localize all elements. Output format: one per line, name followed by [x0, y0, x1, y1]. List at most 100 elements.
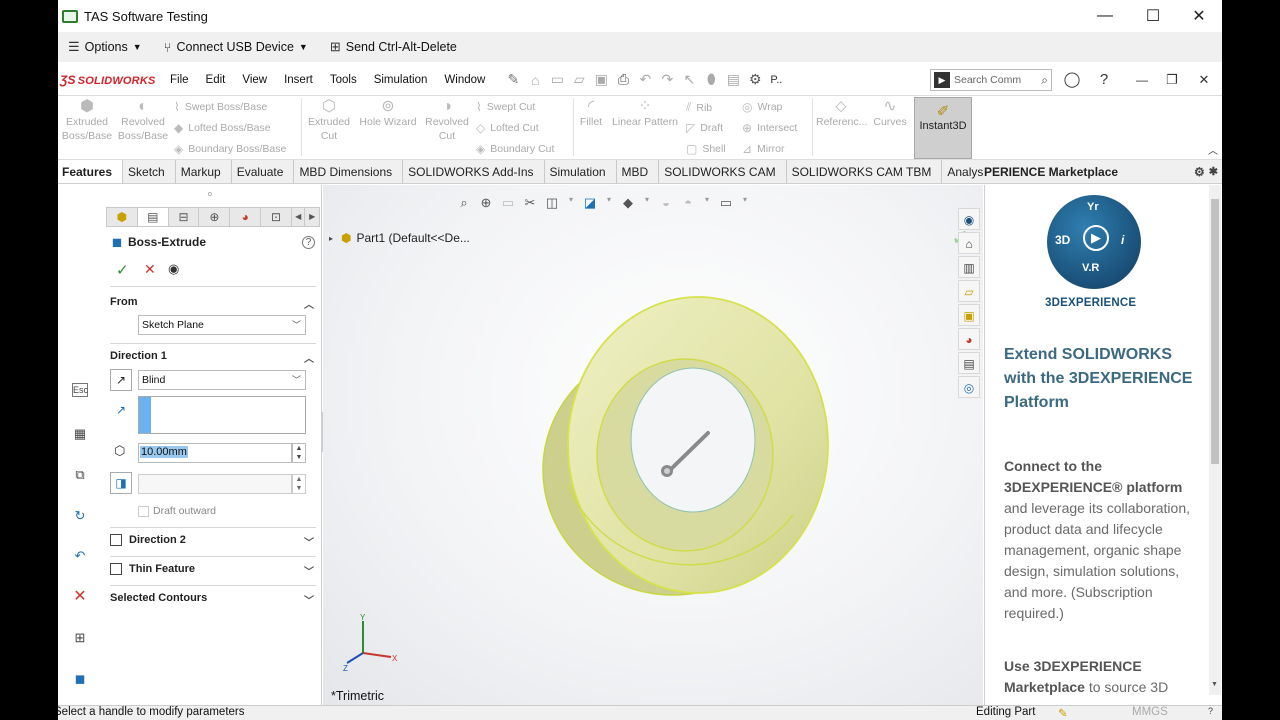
close-button[interactable]: ✕ — [1176, 0, 1222, 32]
help-icon[interactable]: ? — [1094, 70, 1114, 90]
menu-file[interactable]: File — [170, 74, 189, 86]
tab-features[interactable]: Features — [58, 160, 124, 183]
draft-angle-input[interactable] — [138, 474, 292, 494]
selection-filter-icon[interactable]: ▦ — [68, 423, 92, 445]
direction2-checkbox[interactable] — [110, 534, 122, 546]
hide-show-items-icon[interactable]: ◒ — [655, 195, 677, 211]
mirror-button[interactable]: ⊿ Mirror — [742, 142, 784, 156]
user-icon[interactable]: ◯ — [1062, 70, 1082, 90]
feature-manager-tab-icon[interactable]: ⬢ — [107, 208, 138, 226]
revolved-cut-button[interactable]: ◑ Revolved Cut — [422, 99, 472, 143]
configuration-manager-tab-icon[interactable]: ⊟ — [169, 208, 200, 226]
tab-solidworks-cam-tbm[interactable]: SOLIDWORKS CAM TBM — [787, 160, 943, 183]
zoom-to-area-icon[interactable]: ⊕ — [475, 195, 497, 211]
minimize-button[interactable]: — — [1082, 0, 1128, 32]
thin-feature-checkbox[interactable] — [110, 563, 122, 575]
feature-tree-flyout[interactable]: ▸ ⬢ Part1 (Default<<De... — [329, 231, 470, 245]
edit-appearance-icon[interactable]: ◓ — [677, 195, 699, 211]
from-section-header[interactable]: From ︿ — [110, 296, 316, 311]
boundary-cut-button[interactable]: ◈ Boundary Cut — [476, 142, 554, 156]
selected-contours-section-header[interactable]: Selected Contours ﹀ — [110, 592, 316, 607]
thin-feature-section-header[interactable]: Thin Feature ﹀ — [110, 563, 316, 578]
end-condition-dropdown[interactable]: Blind ﹀ — [138, 370, 306, 390]
preview-eye-icon[interactable]: ◉ — [168, 261, 179, 277]
rebuild-icon[interactable]: ↻ — [68, 505, 92, 527]
tab-markup[interactable]: Markup — [176, 160, 232, 183]
solidworks-forum-icon[interactable]: ◎ — [958, 376, 980, 398]
wrap-button[interactable]: ◎ Wrap — [742, 100, 782, 114]
hole-wizard-button[interactable]: ⊚ Hole Wizard — [356, 99, 420, 129]
design-library-icon[interactable]: ▥ — [958, 256, 980, 278]
extruded-cut-button[interactable]: ⬡ Extruded Cut — [304, 99, 354, 143]
depth-input[interactable]: 10.00mm — [138, 443, 292, 463]
graphics-area[interactable]: ⌕ ⊕ ▭ ✂ ◫ ▾ ◪ ▾ ◆ ▾ ◒ ◓ ▾ ▭ ▾ ▸ ⬢ Part1 … — [323, 185, 1004, 705]
home-icon[interactable]: ⌂ — [524, 72, 546, 88]
direction-selection-box[interactable] — [138, 396, 306, 434]
dynamic-annotation-icon[interactable]: ◫ — [541, 195, 563, 211]
search-commands-input[interactable]: ▶ Search Comm ⌕ — [930, 69, 1052, 91]
tab-solidworks-cam[interactable]: SOLIDWORKS CAM — [659, 160, 787, 183]
escape-icon[interactable]: Esc — [72, 383, 88, 397]
extruded-boss-button[interactable]: ⬢ Extruded Boss/Base — [60, 99, 114, 143]
print-icon[interactable]: ⎙ — [612, 71, 634, 88]
view-palette-icon[interactable]: ▣ — [958, 304, 980, 326]
zoom-to-fit-icon[interactable]: ⌕ — [453, 195, 475, 211]
minimize-sw-icon[interactable]: — — [1132, 70, 1152, 90]
splitter-handle[interactable]: o — [208, 191, 212, 198]
tab-evaluate[interactable]: Evaluate — [232, 160, 295, 183]
previous-view-icon[interactable]: ▭ — [497, 195, 519, 211]
draft-on-off-button[interactable]: ◨ — [110, 472, 132, 494]
linear-pattern-button[interactable]: ⁘ Linear Pattern — [608, 99, 682, 129]
intersect-button[interactable]: ⊕ Intersect — [742, 121, 797, 135]
menu-view[interactable]: View — [242, 74, 267, 86]
menu-insert[interactable]: Insert — [284, 74, 313, 86]
tab-sketch[interactable]: Sketch — [123, 160, 176, 183]
task-pane-scrollbar[interactable]: ▼ — [1209, 185, 1221, 695]
swept-cut-button[interactable]: ⌇ Swept Cut — [476, 100, 535, 114]
property-manager-tab-icon[interactable]: ▤ — [137, 208, 169, 226]
file-properties-icon[interactable]: ▤ — [722, 71, 744, 88]
units-status[interactable]: MMGS — [1132, 706, 1168, 718]
direction1-section-header[interactable]: Direction 1 ︿ — [110, 350, 316, 365]
p-menu[interactable]: P.. — [770, 74, 782, 86]
tab-scroll-right-icon[interactable]: ▶ — [305, 208, 318, 226]
connect-usb-menu[interactable]: ⑂ Connect USB Device ▼ — [164, 40, 308, 55]
cam-tab-icon[interactable]: ⊡ — [261, 208, 292, 226]
help-status-icon[interactable]: ? — [1208, 706, 1213, 716]
scrollbar-thumb[interactable] — [1211, 199, 1219, 464]
3dexperience-icon[interactable]: ◉ — [958, 208, 980, 230]
view-orientation-icon[interactable]: ◼ — [68, 668, 92, 690]
tab-scroll-left-icon[interactable]: ◀ — [292, 208, 306, 226]
draft-button[interactable]: ◸ Draft — [686, 121, 723, 135]
swept-boss-button[interactable]: ⌇ Swept Boss/Base — [174, 100, 267, 114]
save-icon[interactable]: ▣ — [590, 71, 612, 88]
cancel-button[interactable]: ✕ — [144, 261, 156, 278]
fillet-button[interactable]: ◜ Fillet — [576, 99, 606, 129]
undo-icon[interactable]: ↶ — [68, 545, 92, 567]
rib-button[interactable]: ⫽ Rib — [686, 100, 712, 115]
send-ctrl-alt-delete-button[interactable]: ⊞ Send Ctrl-Alt-Delete — [330, 39, 457, 55]
task-pane-settings-icon[interactable]: ⚙ — [1194, 165, 1205, 179]
redo-icon[interactable]: ↷ — [656, 71, 678, 88]
reverse-direction-button[interactable]: ↗ — [110, 369, 132, 391]
menu-tools[interactable]: Tools — [330, 74, 357, 86]
maximize-button[interactable]: ☐ — [1130, 0, 1176, 32]
rebuild-icon[interactable]: ⬮ — [700, 71, 722, 88]
task-pane-pin-icon[interactable]: ✱ — [1209, 165, 1218, 178]
collapse-ribbon-icon[interactable]: ︿ — [1208, 142, 1218, 157]
from-dropdown[interactable]: Sketch Plane ﹀ — [138, 315, 306, 335]
cancel-icon[interactable]: ✕ — [68, 586, 92, 608]
instant3d-button[interactable]: ✐ Instant3D — [914, 97, 972, 159]
menu-window[interactable]: Window — [444, 74, 485, 86]
tab-solidworks-add-ins[interactable]: SOLIDWORKS Add-Ins — [403, 160, 545, 183]
command-search-icon[interactable]: ⧉ — [68, 464, 92, 486]
menu-edit[interactable]: Edit — [206, 74, 226, 86]
open-icon[interactable]: ▱ — [568, 71, 590, 88]
custom-properties-icon[interactable]: ▤ — [958, 352, 980, 374]
shell-button[interactable]: ▢ Shell — [686, 142, 726, 156]
options-menu[interactable]: ☰ Options ▼ — [68, 39, 142, 55]
menu-simulation[interactable]: Simulation — [374, 74, 428, 86]
view-orientation-icon[interactable]: ◪ — [579, 195, 601, 211]
scroll-down-icon[interactable]: ▼ — [1211, 681, 1218, 688]
lofted-cut-button[interactable]: ◇ Lofted Cut — [476, 121, 539, 135]
